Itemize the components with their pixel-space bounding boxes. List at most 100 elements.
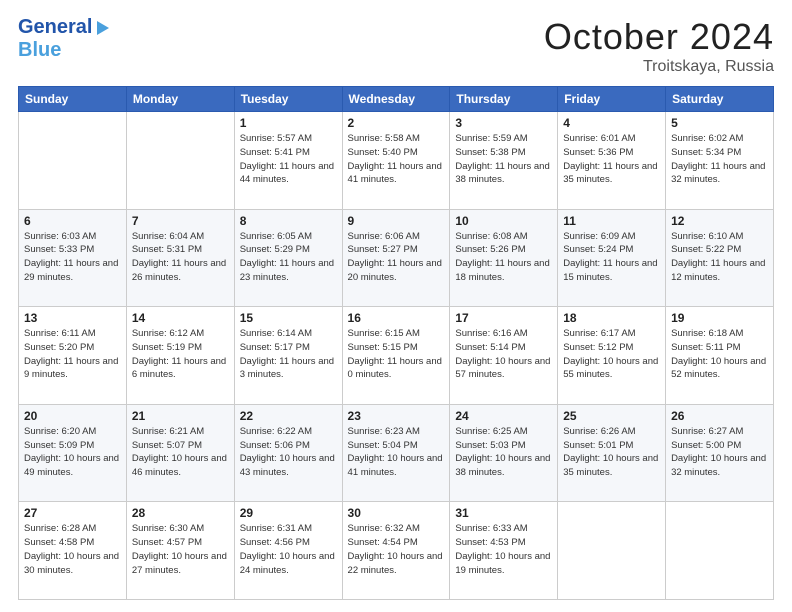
col-sunday: Sunday	[19, 87, 127, 112]
day-info: Sunrise: 6:05 AMSunset: 5:29 PMDaylight:…	[240, 230, 337, 285]
day-number: 10	[455, 214, 552, 228]
table-row: 28 Sunrise: 6:30 AMSunset: 4:57 PMDayligh…	[126, 502, 234, 600]
calendar-table: Sunday Monday Tuesday Wednesday Thursday…	[18, 86, 774, 600]
day-info: Sunrise: 6:15 AMSunset: 5:15 PMDaylight:…	[348, 327, 445, 382]
calendar-week-row: 6Sunrise: 6:03 AMSunset: 5:33 PMDaylight…	[19, 209, 774, 307]
table-row: 6Sunrise: 6:03 AMSunset: 5:33 PMDaylight…	[19, 209, 127, 307]
day-info: Sunrise: 6:18 AMSunset: 5:11 PMDaylight:…	[671, 327, 768, 382]
day-info: Sunrise: 6:14 AMSunset: 5:17 PMDaylight:…	[240, 327, 337, 382]
day-info: Sunrise: 6:28 AMSunset: 4:58 PMDaylight:…	[24, 522, 121, 577]
day-info: Sunrise: 6:25 AMSunset: 5:03 PMDaylight:…	[455, 425, 552, 480]
col-monday: Monday	[126, 87, 234, 112]
day-number: 22	[240, 409, 337, 423]
day-number: 28	[132, 506, 229, 520]
calendar-week-row: 27 Sunrise: 6:28 AMSunset: 4:58 PMDayligh…	[19, 502, 774, 600]
day-number: 13	[24, 311, 121, 325]
table-row	[19, 112, 127, 210]
day-number: 4	[563, 116, 660, 130]
calendar-header-row: Sunday Monday Tuesday Wednesday Thursday…	[19, 87, 774, 112]
day-number: 17	[455, 311, 552, 325]
table-row: 29Sunrise: 6:31 AMSunset: 4:56 PMDayligh…	[234, 502, 342, 600]
day-info: Sunrise: 6:11 AMSunset: 5:20 PMDaylight:…	[24, 327, 121, 382]
day-number: 27	[24, 506, 121, 520]
table-row: 31Sunrise: 6:33 AMSunset: 4:53 PMDayligh…	[450, 502, 558, 600]
calendar-week-row: 13 Sunrise: 6:11 AMSunset: 5:20 PMDayligh…	[19, 307, 774, 405]
table-row	[126, 112, 234, 210]
day-info: Sunrise: 6:20 AMSunset: 5:09 PMDaylight:…	[24, 425, 121, 480]
day-info: Sunrise: 6:27 AMSunset: 5:00 PMDaylight:…	[671, 425, 768, 480]
day-number: 25	[563, 409, 660, 423]
col-saturday: Saturday	[666, 87, 774, 112]
calendar-week-row: 20 Sunrise: 6:20 AMSunset: 5:09 PMDayligh…	[19, 404, 774, 502]
table-row: 26 Sunrise: 6:27 AMSunset: 5:00 PMDayligh…	[666, 404, 774, 502]
table-row: 25 Sunrise: 6:26 AMSunset: 5:01 PMDayligh…	[558, 404, 666, 502]
table-row: 30Sunrise: 6:32 AMSunset: 4:54 PMDayligh…	[342, 502, 450, 600]
day-info: Sunrise: 6:22 AMSunset: 5:06 PMDaylight:…	[240, 425, 337, 480]
table-row: 18 Sunrise: 6:17 AMSunset: 5:12 PMDayligh…	[558, 307, 666, 405]
table-row: 15 Sunrise: 6:14 AMSunset: 5:17 PMDayligh…	[234, 307, 342, 405]
day-number: 26	[671, 409, 768, 423]
day-number: 20	[24, 409, 121, 423]
table-row: 20 Sunrise: 6:20 AMSunset: 5:09 PMDayligh…	[19, 404, 127, 502]
logo: General Blue	[18, 16, 112, 62]
day-info: Sunrise: 6:33 AMSunset: 4:53 PMDaylight:…	[455, 522, 552, 577]
table-row: 24 Sunrise: 6:25 AMSunset: 5:03 PMDayligh…	[450, 404, 558, 502]
day-number: 23	[348, 409, 445, 423]
table-row: 8Sunrise: 6:05 AMSunset: 5:29 PMDaylight…	[234, 209, 342, 307]
header: General Blue October 2024 Troitskaya, Ru…	[18, 16, 774, 76]
logo-arrow-icon	[93, 19, 111, 37]
day-info: Sunrise: 6:31 AMSunset: 4:56 PMDaylight:…	[240, 522, 337, 577]
table-row: 27 Sunrise: 6:28 AMSunset: 4:58 PMDayligh…	[19, 502, 127, 600]
table-row: 9Sunrise: 6:06 AMSunset: 5:27 PMDaylight…	[342, 209, 450, 307]
title-block: October 2024 Troitskaya, Russia	[544, 16, 774, 76]
month-title: October 2024	[544, 16, 774, 58]
day-info: Sunrise: 6:02 AMSunset: 5:34 PMDaylight:…	[671, 132, 768, 187]
day-info: Sunrise: 6:26 AMSunset: 5:01 PMDaylight:…	[563, 425, 660, 480]
day-info: Sunrise: 5:57 AMSunset: 5:41 PMDaylight:…	[240, 132, 337, 187]
logo-image: General	[18, 16, 112, 39]
day-number: 18	[563, 311, 660, 325]
day-number: 2	[348, 116, 445, 130]
location-title: Troitskaya, Russia	[544, 58, 774, 76]
day-info: Sunrise: 6:06 AMSunset: 5:27 PMDaylight:…	[348, 230, 445, 285]
day-info: Sunrise: 6:17 AMSunset: 5:12 PMDaylight:…	[563, 327, 660, 382]
page: General Blue October 2024 Troitskaya, Ru…	[0, 0, 792, 612]
day-number: 15	[240, 311, 337, 325]
table-row: 21Sunrise: 6:21 AMSunset: 5:07 PMDayligh…	[126, 404, 234, 502]
table-row: 5 Sunrise: 6:02 AMSunset: 5:34 PMDaylight…	[666, 112, 774, 210]
table-row: 11Sunrise: 6:09 AMSunset: 5:24 PMDayligh…	[558, 209, 666, 307]
day-number: 5	[671, 116, 768, 130]
logo-general-text: General	[18, 16, 92, 39]
table-row: 2 Sunrise: 5:58 AMSunset: 5:40 PMDaylight…	[342, 112, 450, 210]
table-row: 13 Sunrise: 6:11 AMSunset: 5:20 PMDayligh…	[19, 307, 127, 405]
table-row: 19 Sunrise: 6:18 AMSunset: 5:11 PMDayligh…	[666, 307, 774, 405]
table-row: 4Sunrise: 6:01 AMSunset: 5:36 PMDaylight…	[558, 112, 666, 210]
day-info: Sunrise: 6:23 AMSunset: 5:04 PMDaylight:…	[348, 425, 445, 480]
table-row: 16 Sunrise: 6:15 AMSunset: 5:15 PMDayligh…	[342, 307, 450, 405]
day-number: 12	[671, 214, 768, 228]
table-row	[666, 502, 774, 600]
table-row: 22 Sunrise: 6:22 AMSunset: 5:06 PMDayligh…	[234, 404, 342, 502]
day-info: Sunrise: 6:08 AMSunset: 5:26 PMDaylight:…	[455, 230, 552, 285]
day-info: Sunrise: 6:21 AMSunset: 5:07 PMDaylight:…	[132, 425, 229, 480]
col-friday: Friday	[558, 87, 666, 112]
day-number: 24	[455, 409, 552, 423]
day-number: 3	[455, 116, 552, 130]
day-number: 11	[563, 214, 660, 228]
table-row: 12Sunrise: 6:10 AMSunset: 5:22 PMDayligh…	[666, 209, 774, 307]
col-tuesday: Tuesday	[234, 87, 342, 112]
table-row: 10 Sunrise: 6:08 AMSunset: 5:26 PMDayligh…	[450, 209, 558, 307]
day-info: Sunrise: 5:58 AMSunset: 5:40 PMDaylight:…	[348, 132, 445, 187]
logo-blue-line: Blue	[18, 39, 61, 62]
day-info: Sunrise: 6:32 AMSunset: 4:54 PMDaylight:…	[348, 522, 445, 577]
day-number: 16	[348, 311, 445, 325]
table-row	[558, 502, 666, 600]
day-info: Sunrise: 6:30 AMSunset: 4:57 PMDaylight:…	[132, 522, 229, 577]
day-info: Sunrise: 5:59 AMSunset: 5:38 PMDaylight:…	[455, 132, 552, 187]
day-info: Sunrise: 6:03 AMSunset: 5:33 PMDaylight:…	[24, 230, 121, 285]
day-info: Sunrise: 6:04 AMSunset: 5:31 PMDaylight:…	[132, 230, 229, 285]
day-number: 1	[240, 116, 337, 130]
logo-blue-text: Blue	[18, 39, 61, 61]
day-number: 19	[671, 311, 768, 325]
day-info: Sunrise: 6:12 AMSunset: 5:19 PMDaylight:…	[132, 327, 229, 382]
